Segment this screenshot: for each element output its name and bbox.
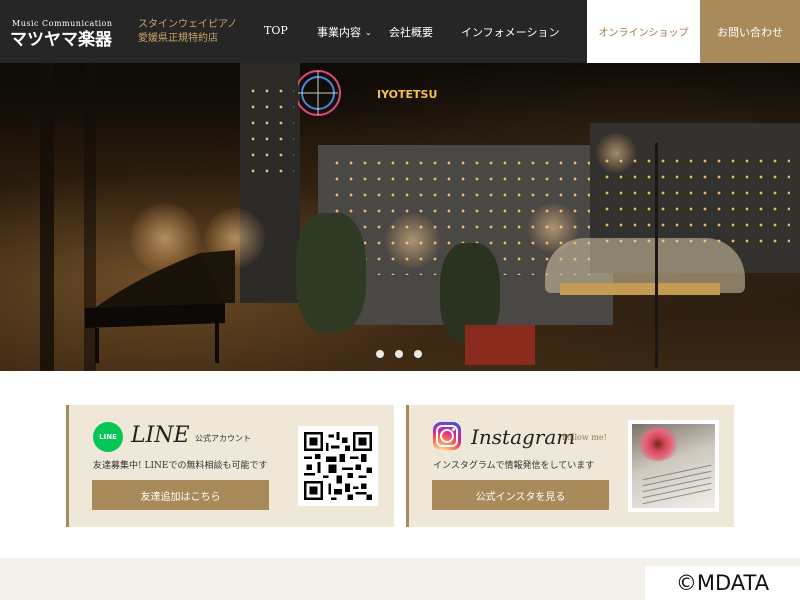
tagline: スタインウェイピアノ 愛媛県正規特約店 bbox=[138, 18, 237, 46]
flower-graphic bbox=[636, 427, 680, 461]
line-title: LINE bbox=[131, 423, 190, 448]
hero-windows-left bbox=[246, 83, 294, 173]
nav-business[interactable]: 事業内容 ⌄ bbox=[317, 24, 372, 40]
grand-piano-graphic bbox=[85, 250, 235, 363]
contact-button[interactable]: お問い合わせ bbox=[700, 0, 800, 63]
sheet-music-flower-image bbox=[632, 424, 715, 508]
qr-code-icon bbox=[304, 432, 372, 500]
online-shop-button[interactable]: オンラインショップ bbox=[587, 0, 700, 63]
site-header: Music Communication マツヤマ楽器 スタインウェイピアノ 愛媛… bbox=[0, 0, 800, 63]
instagram-subtitle: Follow me! bbox=[562, 433, 607, 442]
line-description: 友達募集中! LINEでの無料相談も可能です bbox=[93, 461, 268, 471]
line-subtitle: 公式アカウント bbox=[195, 434, 251, 443]
hero-tram bbox=[465, 325, 535, 365]
chevron-down-icon: ⌄ bbox=[365, 28, 372, 37]
tagline-line-1: スタインウェイピアノ bbox=[138, 19, 238, 30]
watermark: ©MDATA bbox=[645, 566, 800, 600]
slider-dot-2[interactable] bbox=[395, 350, 403, 358]
hero-bokeh-4 bbox=[528, 203, 578, 253]
hero-window-frame-1 bbox=[40, 63, 54, 371]
hero-lamp-pole bbox=[655, 143, 658, 368]
nav-business-label: 事業内容 bbox=[317, 26, 361, 39]
hero-slider[interactable]: IYOTETSU bbox=[0, 63, 800, 371]
slider-dots bbox=[376, 350, 422, 358]
tagline-line-2: 愛媛県正規特約店 bbox=[138, 33, 218, 44]
slider-dot-1[interactable] bbox=[376, 350, 384, 358]
line-add-friend-button[interactable]: 友達追加はこちら bbox=[92, 480, 269, 510]
instagram-description: インスタグラムで情報発信をしています bbox=[433, 461, 595, 471]
line-icon: LINE bbox=[93, 422, 123, 452]
line-qr-code bbox=[298, 426, 378, 506]
instagram-icon bbox=[433, 422, 461, 450]
hero-bridge bbox=[560, 283, 720, 295]
hero-lamp-glow bbox=[596, 133, 636, 173]
hero-bokeh-3 bbox=[385, 213, 440, 268]
ferris-wheel-graphic bbox=[298, 70, 341, 116]
nav-top[interactable]: TOP bbox=[264, 24, 288, 37]
instagram-title: Instagram bbox=[471, 425, 576, 449]
nav-company[interactable]: 会社概要 bbox=[389, 24, 433, 40]
instagram-view-button[interactable]: 公式インスタを見る bbox=[432, 480, 609, 510]
logo-title[interactable]: マツヤマ楽器 bbox=[10, 25, 112, 50]
hero-tree-left bbox=[296, 213, 366, 333]
instagram-banner[interactable]: Instagram Follow me! インスタグラムで情報発信をしています … bbox=[406, 405, 734, 527]
iyotetsu-sign: IYOTETSU bbox=[377, 88, 438, 101]
nav-information[interactable]: インフォメーション bbox=[461, 24, 559, 40]
instagram-photo bbox=[628, 420, 719, 512]
slider-dot-3[interactable] bbox=[414, 350, 422, 358]
line-banner[interactable]: LINE LINE 公式アカウント 友達募集中! LINEでの無料相談も可能です… bbox=[66, 405, 394, 527]
